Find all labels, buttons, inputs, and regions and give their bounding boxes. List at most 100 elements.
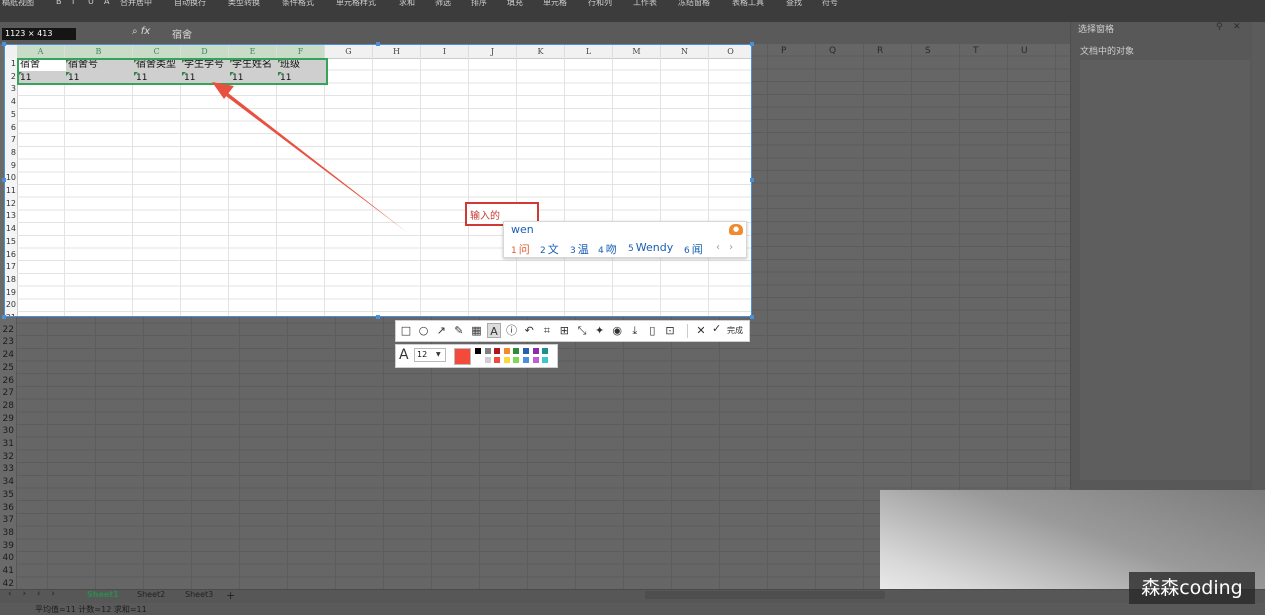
row-number[interactable]: 31 [2,439,14,449]
row-number[interactable]: 24 [2,350,14,360]
resize-handle[interactable] [2,178,6,182]
palette-swatch[interactable] [541,347,550,355]
ime-candidate[interactable]: 5 Wendy [628,241,673,254]
row-number[interactable]: 29 [2,414,14,424]
row-number[interactable]: 11 [5,185,16,196]
ribbon-item[interactable]: 填充 [507,0,523,8]
ribbon-item[interactable]: 条件格式 [282,0,314,8]
palette-swatch[interactable] [502,356,511,364]
resize-handle[interactable] [2,42,6,46]
column-header[interactable]: A [17,45,65,58]
row-number[interactable]: 9 [5,160,16,171]
ribbon-item[interactable]: 类型转换 [228,0,260,8]
column-header[interactable]: N [661,45,709,58]
tab-sheet3[interactable]: Sheet3 [185,590,213,599]
ribbon-item[interactable]: 合并居中 [120,0,152,8]
row-number[interactable]: 20 [5,299,16,310]
mosaic-tool-icon[interactable]: ▦ [469,323,483,338]
row-number[interactable]: 32 [2,452,14,462]
row-number[interactable]: 3 [5,83,16,94]
translate-icon[interactable]: ⊞ [557,323,571,338]
resize-handle[interactable] [376,315,380,319]
record-icon[interactable]: ◉ [610,323,624,338]
row-number[interactable]: 25 [2,363,14,373]
column-header[interactable]: G [325,45,373,58]
ellipse-tool-icon[interactable]: ○ [417,323,431,338]
ribbon-item[interactable]: 求和 [399,0,415,8]
row-number[interactable]: 12 [5,198,16,209]
sheet-nav-arrows[interactable]: ‹ › ‹ › [8,589,59,599]
column-header[interactable]: K [517,45,565,58]
row-number[interactable]: 17 [5,261,16,272]
resize-handle[interactable] [750,178,754,182]
text-annotation-value[interactable]: 输入的 [470,207,500,222]
palette-swatch[interactable] [474,347,482,355]
tab-sheet1[interactable]: Sheet1 [87,590,119,599]
column-header[interactable]: M [613,45,661,58]
column-header[interactable]: E [229,45,277,58]
row-number[interactable]: 35 [2,490,14,500]
text-tool-icon[interactable]: A [487,323,501,338]
done-button[interactable]: 完成 [727,323,743,339]
ribbon-item[interactable]: 筛选 [435,0,451,8]
row-number[interactable]: 22 [2,325,14,335]
palette-swatch[interactable] [522,347,530,355]
ribbon-item[interactable]: 冻结窗格 [678,0,710,8]
ime-candidate[interactable]: 4吻 [598,241,617,257]
ribbon-item[interactable]: 工作表 [633,0,657,8]
current-color-swatch[interactable] [454,348,471,365]
pencil-tool-icon[interactable]: ✎ [452,323,466,338]
row-number[interactable]: 40 [2,553,14,563]
row-number[interactable]: 39 [2,541,14,551]
palette-swatch[interactable] [493,356,502,364]
column-header[interactable]: Q [829,46,836,56]
row-number[interactable]: 14 [5,223,16,234]
palette-swatch[interactable] [483,356,492,364]
column-header[interactable]: D [181,45,229,58]
horizontal-scrollbar[interactable] [645,591,885,599]
row-number[interactable]: 1 [5,58,16,69]
row-number[interactable]: 33 [2,464,14,474]
column-header[interactable]: O [709,45,751,58]
palette-swatch[interactable] [502,347,511,355]
resize-handle[interactable] [376,42,380,46]
row-number[interactable]: 26 [2,376,14,386]
tab-sheet2[interactable]: Sheet2 [137,590,165,599]
ribbon-item[interactable]: 行和列 [588,0,612,8]
long-screenshot-icon[interactable]: ⤡ [575,323,589,338]
row-number[interactable]: 42 [2,579,14,589]
row-number[interactable]: 8 [5,147,16,158]
column-header[interactable]: B [65,45,133,58]
row-number[interactable]: 38 [2,528,14,538]
copy-icon[interactable]: ▯ [645,323,659,338]
row-number[interactable]: 21 [5,312,16,316]
resize-handle[interactable] [750,315,754,319]
ribbon-item[interactable]: 自动换行 [174,0,206,8]
column-header[interactable]: C [133,45,181,58]
resize-handle[interactable] [750,42,754,46]
ribbon-item[interactable]: 单元格 [543,0,567,8]
row-number[interactable]: 37 [2,515,14,525]
column-header[interactable]: T [973,46,979,56]
row-number[interactable]: 23 [2,337,14,347]
ime-candidate[interactable]: 6闻 [684,241,703,257]
column-header[interactable]: F [277,45,325,58]
ribbon-item[interactable]: B [56,0,62,6]
chevron-down-icon[interactable]: ▼ [436,351,441,358]
row-number[interactable]: 6 [5,122,16,133]
ribbon-item[interactable]: I [72,0,74,6]
row-number[interactable]: 36 [2,503,14,513]
ribbon-item[interactable]: 单元格样式 [336,0,376,8]
row-number[interactable]: 15 [5,236,16,247]
column-header[interactable]: J [469,45,517,58]
row-number[interactable]: 7 [5,134,16,145]
column-header[interactable]: P [781,46,786,56]
rectangle-tool-icon[interactable]: □ [399,323,413,338]
row-number[interactable]: 13 [5,210,16,221]
column-header[interactable]: U [1021,46,1028,56]
font-size-select[interactable]: 12 [414,348,446,362]
screenshot-selection[interactable]: ABCDEFGHIJKLMNO 1 2 3 4 5 6 7 8 9 10 11 12 13 14 15 16 1… [4,44,752,317]
row-number[interactable]: 16 [5,249,16,260]
ribbon-item[interactable]: A [104,0,109,6]
number-marker-icon[interactable]: ⓘ [505,323,519,338]
